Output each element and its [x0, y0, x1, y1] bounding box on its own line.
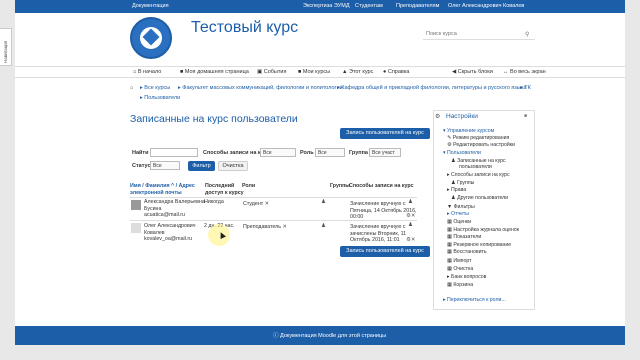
university-logo[interactable]	[130, 17, 172, 59]
block-collapse-icon[interactable]: ■	[524, 113, 527, 119]
breadcrumb-faculty[interactable]: ▸ Факультет массовых коммуникаций, филол…	[178, 85, 343, 91]
settings-gradebook-setup[interactable]: ▦ Настройка журнала оценок	[447, 227, 519, 233]
settings-other-users[interactable]: ♟ Другие пользователи	[451, 195, 508, 201]
user-avatar[interactable]	[131, 223, 141, 233]
breadcrumb-department[interactable]: ▸ Кафедра общей и прикладной филологии, …	[337, 85, 526, 91]
settings-backup[interactable]: ▦ Резервное копирование	[447, 242, 511, 248]
docs-link[interactable]: Документация	[132, 3, 169, 9]
settings-enrolled-users-line2: пользователи	[459, 164, 492, 170]
moodle-docs-link[interactable]: ⓘ Документация Moodle для этой страницы	[273, 331, 386, 339]
col-groups-header: Группы	[330, 183, 350, 189]
course-title[interactable]: Тестовый курс	[191, 19, 298, 37]
settings-groups[interactable]: ♟ Группы	[451, 180, 474, 186]
topbar-link-expertise[interactable]: Экспертиза ЭУМД	[303, 3, 350, 9]
settings-enrol-methods[interactable]: ▸ Способы записи на курс	[447, 172, 510, 178]
settings-users[interactable]: ▾ Пользователи	[443, 150, 481, 156]
settings-edit-settings[interactable]: ⚙ Редактировать настройки	[447, 142, 515, 148]
settings-switch-role[interactable]: ▸ Переключиться к роли...	[443, 297, 506, 303]
role-select[interactable]: Все	[315, 148, 345, 157]
table-divider	[130, 197, 417, 198]
clear-button[interactable]: Очистка	[218, 161, 248, 171]
enrol-users-button-top[interactable]: Запись пользователей на курс	[340, 128, 430, 139]
settings-course-admin[interactable]: ▾ Управление курсом	[443, 128, 494, 134]
status-label: Статус	[132, 163, 151, 169]
search-name-input[interactable]	[150, 148, 198, 157]
table-row-last-access: Никогда	[204, 199, 224, 205]
settings-permissions[interactable]: ▸ Права	[447, 187, 466, 193]
edit-enrol-icon[interactable]: ⚙✕	[406, 237, 416, 243]
table-row-name[interactable]: Александра Валерьевна Бусина acuatica@ma…	[144, 199, 205, 219]
enrol-users-button-bottom[interactable]: Запись пользователей на курс	[340, 246, 430, 257]
breadcrumb-course[interactable]: ▸ ТК	[520, 85, 531, 91]
breadcrumb: ⌂ ▸ Все курсы ▸ Факультет массовых комму…	[130, 85, 533, 107]
top-bar: Документация Экспертиза ЭУМД Студентам П…	[15, 0, 625, 13]
table-row-role: Преподаватель ✕	[243, 224, 287, 230]
settings-edit-mode[interactable]: ✎ Режим редактирования	[447, 135, 509, 141]
user-avatar[interactable]	[131, 200, 141, 210]
nav-home[interactable]: ⌂ В начало	[133, 69, 161, 75]
home-icon[interactable]: ⌂	[130, 85, 133, 91]
footer: ⓘ Документация Moodle для этой страницы	[15, 326, 625, 345]
fullscreen-button[interactable]: ↔ Во весь экран	[503, 69, 546, 75]
filter-button[interactable]: Фильтр	[188, 161, 215, 171]
nav-this-course[interactable]: ▲ Этот курс	[342, 69, 373, 75]
remove-role-icon[interactable]: ✕	[265, 201, 269, 207]
search-label: Найти	[132, 150, 149, 156]
group-select[interactable]: Все участ	[369, 148, 401, 157]
edit-enrol-icon[interactable]: ⚙✕	[406, 213, 416, 219]
search-icon[interactable]: ⚲	[525, 31, 529, 38]
add-role-icon[interactable]: ♟	[321, 223, 326, 229]
navigation-side-tab[interactable]: Навигация	[0, 28, 12, 66]
settings-filters[interactable]: ▼ Фильтры	[447, 204, 475, 210]
settings-grades[interactable]: ▦ Оценки	[447, 219, 471, 225]
settings-question-bank[interactable]: ▸ Банк вопросов	[447, 274, 486, 280]
settings-recycle-bin[interactable]: ▦ Корзина	[447, 282, 473, 288]
role-label: Роль	[300, 150, 314, 156]
table-row-name[interactable]: Олег Александрович Ковалев kovalev_oa@ma…	[144, 223, 195, 243]
course-search-input[interactable]	[423, 29, 535, 40]
col-roles-header: Роли	[242, 183, 256, 189]
enrol-settings-icon[interactable]: ♟	[408, 222, 413, 228]
page: Документация Экспертиза ЭУМД Студентам П…	[15, 0, 625, 345]
nav-events[interactable]: ▣ События	[257, 69, 286, 75]
add-role-icon[interactable]: ♟	[321, 199, 326, 205]
enrol-settings-icon[interactable]: ♟	[408, 199, 413, 205]
settings-reset[interactable]: ▦ Очистка	[447, 266, 473, 272]
settings-block-title: Настройки	[446, 113, 478, 120]
main-navbar: ⌂ В начало ■ Моя домашняя страница ▣ Соб…	[15, 66, 625, 78]
status-select[interactable]: Все	[150, 161, 180, 170]
col-name-header[interactable]: Имя / Фамилия ^ / Адрес электронной почт…	[130, 183, 202, 197]
table-row-role: Студент ✕	[243, 201, 270, 207]
hide-blocks-button[interactable]: ◀ Скрыть блоки	[452, 69, 493, 75]
page-title: Записанные на курс пользователи	[130, 113, 298, 125]
settings-restore[interactable]: ▦ Восстановить	[447, 249, 487, 255]
nav-help[interactable]: ● Справка	[383, 69, 409, 75]
group-label: Группа	[349, 150, 368, 156]
topbar-link-teachers[interactable]: Преподавателям	[396, 3, 439, 9]
col-enrol-methods-header: Способы записи на курс	[349, 183, 414, 189]
settings-import[interactable]: ▦ Импорт	[447, 258, 471, 264]
table-row-enrol-method: Зачисление вручную с зачислены Вторник, …	[350, 224, 407, 243]
breadcrumb-all-courses[interactable]: ▸ Все курсы	[140, 85, 170, 91]
table-divider	[130, 220, 417, 221]
settings-reports[interactable]: ▸ Отчеты	[447, 211, 469, 217]
topbar-link-students[interactable]: Студентам	[355, 3, 383, 9]
settings-gear-icon: ⚙	[435, 114, 441, 120]
nav-dashboard[interactable]: ■ Моя домашняя страница	[180, 69, 249, 75]
breadcrumb-users[interactable]: ▸ Пользователи	[140, 95, 180, 101]
settings-outcomes[interactable]: ▦ Показатели	[447, 234, 481, 240]
user-menu[interactable]: Олег Александрович Ковалев	[448, 3, 524, 9]
nav-my-courses[interactable]: ■ Мои курсы	[298, 69, 330, 75]
remove-role-icon[interactable]: ✕	[283, 224, 287, 230]
enrol-method-select[interactable]: Все	[260, 148, 296, 157]
